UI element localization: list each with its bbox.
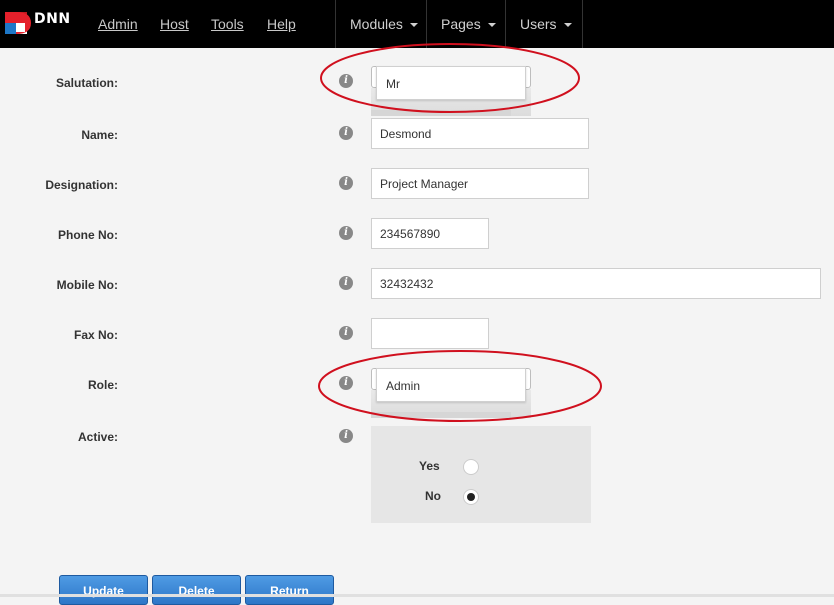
mobile-input[interactable] <box>371 268 821 299</box>
update-button[interactable]: Update <box>59 575 148 605</box>
delete-button[interactable]: Delete <box>152 575 241 605</box>
radio-no[interactable] <box>463 489 479 505</box>
caret-down-icon <box>487 23 496 28</box>
radio-yes[interactable] <box>463 459 479 475</box>
info-icon[interactable]: i <box>339 376 353 390</box>
salutation-value: Mr <box>376 66 526 100</box>
return-button[interactable]: Return <box>245 575 334 605</box>
menu-divider <box>335 0 336 48</box>
info-icon[interactable]: i <box>339 326 353 340</box>
designation-input[interactable] <box>371 168 589 199</box>
modules-menu-label: Modules <box>350 16 403 32</box>
info-icon[interactable]: i <box>339 74 353 88</box>
nav-tools-link[interactable]: Tools <box>211 16 244 32</box>
nav-help-link[interactable]: Help <box>267 16 296 32</box>
pages-menu-label: Pages <box>441 16 481 32</box>
role-value: Admin <box>376 368 526 402</box>
modules-menu[interactable]: Modules <box>350 16 418 32</box>
fax-input[interactable] <box>371 318 489 349</box>
nav-admin-link[interactable]: Admin <box>98 16 138 32</box>
info-icon[interactable]: i <box>339 176 353 190</box>
caret-down-icon <box>563 23 572 28</box>
menu-divider <box>505 0 506 48</box>
info-icon[interactable]: i <box>339 126 353 140</box>
top-nav-bar: DNN Admin Host Tools Help Modules Pages … <box>0 0 834 48</box>
salutation-label: Salutation: <box>56 76 118 90</box>
dnn-logo-icon <box>5 12 31 34</box>
role-select[interactable]: Admin <box>371 368 531 418</box>
users-menu[interactable]: Users <box>520 16 572 32</box>
brand-name: DNN <box>34 11 71 27</box>
active-label: Active: <box>77 430 118 444</box>
name-label: Name: <box>81 128 118 142</box>
users-menu-label: Users <box>520 16 557 32</box>
phone-input[interactable] <box>371 218 489 249</box>
active-radio-group: Yes No <box>371 426 591 523</box>
radio-no-label: No <box>425 489 441 503</box>
mobile-label: Mobile No: <box>56 278 118 292</box>
role-label: Role: <box>88 378 118 392</box>
salutation-select[interactable]: Mr <box>371 66 531 116</box>
info-icon[interactable]: i <box>339 226 353 240</box>
caret-down-icon <box>409 23 418 28</box>
info-icon[interactable]: i <box>339 276 353 290</box>
info-icon[interactable]: i <box>339 429 353 443</box>
name-input[interactable] <box>371 118 589 149</box>
nav-host-link[interactable]: Host <box>160 16 189 32</box>
fax-label: Fax No: <box>73 328 118 342</box>
menu-divider <box>582 0 583 48</box>
menu-divider <box>426 0 427 48</box>
phone-label: Phone No: <box>58 228 118 242</box>
pages-menu[interactable]: Pages <box>441 16 496 32</box>
radio-yes-label: Yes <box>419 459 440 473</box>
designation-label: Designation: <box>45 178 118 192</box>
